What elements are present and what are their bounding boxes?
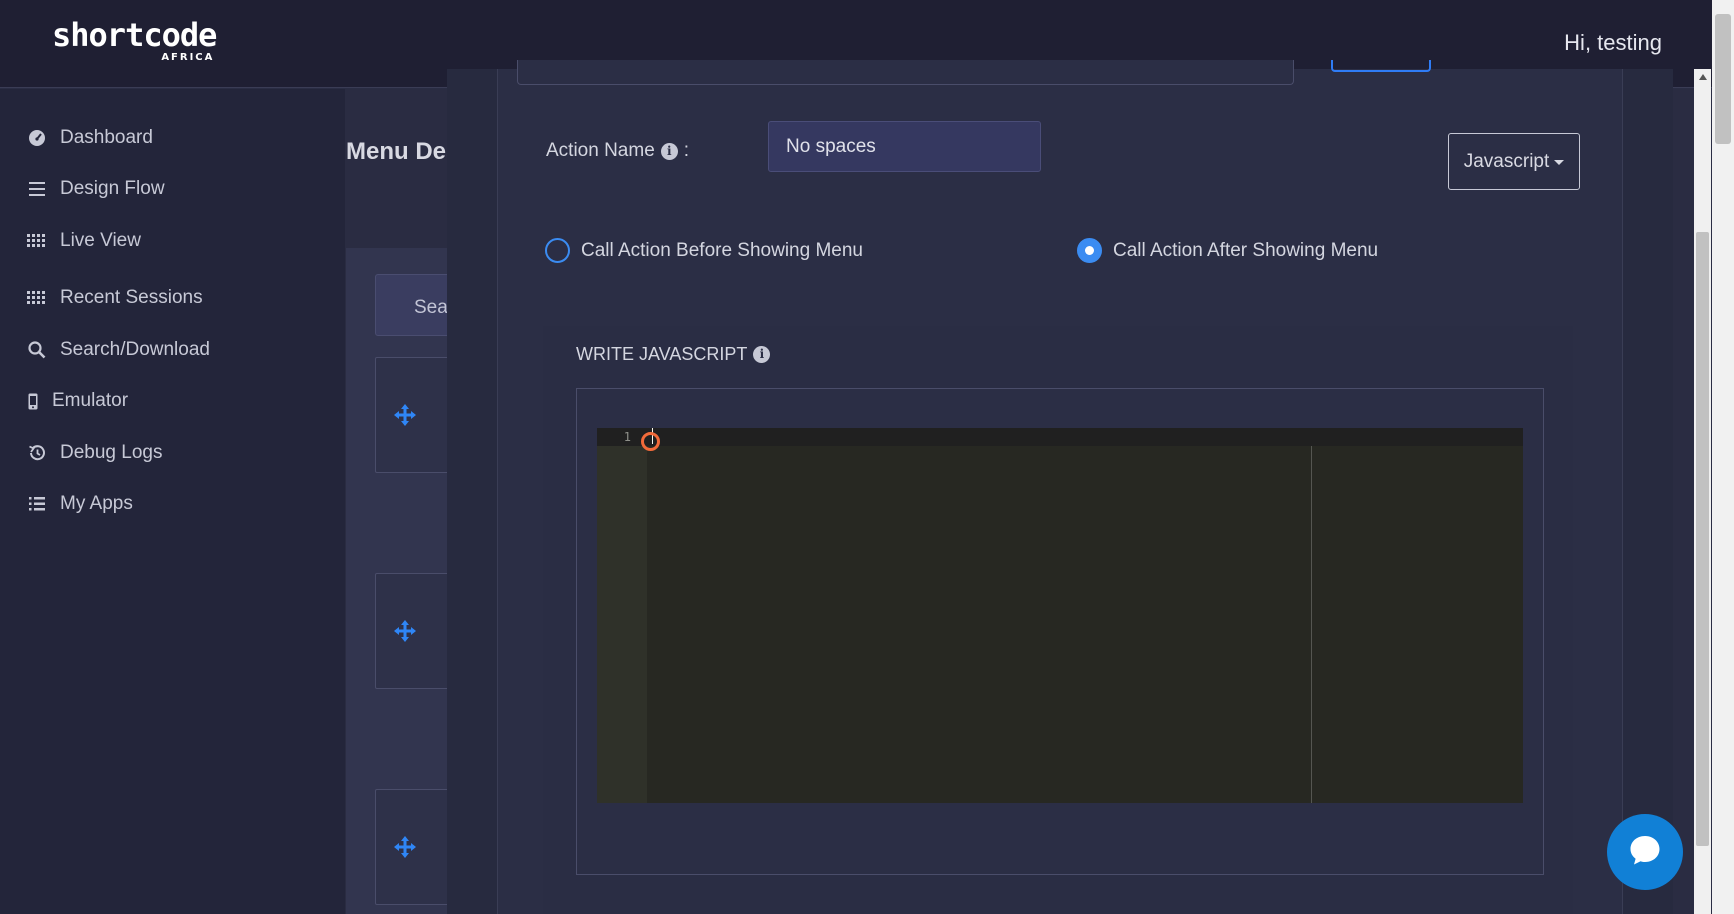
code-editor[interactable]: 1 bbox=[597, 428, 1523, 803]
chat-bubble-icon bbox=[1627, 832, 1663, 873]
line-number: 1 bbox=[623, 430, 631, 444]
js-title-text: WRITE JAVASCRIPT bbox=[576, 344, 748, 364]
sidebar-item-design-flow[interactable]: Design Flow bbox=[26, 174, 165, 204]
radio-call-after[interactable]: Call Action After Showing Menu bbox=[1077, 238, 1378, 263]
menu-card[interactable] bbox=[375, 789, 455, 905]
language-dropdown[interactable]: Javascript bbox=[1448, 133, 1580, 190]
language-label: Javascript bbox=[1463, 150, 1550, 172]
logo-text: shortcode bbox=[52, 16, 217, 54]
modal-scroll-thumb[interactable] bbox=[1696, 232, 1709, 846]
sidebar-item-debug-logs[interactable]: Debug Logs bbox=[26, 438, 162, 468]
info-icon[interactable]: i bbox=[660, 142, 678, 160]
action-name-colon: : bbox=[683, 140, 690, 161]
chat-widget-button[interactable] bbox=[1607, 814, 1683, 890]
bars-icon bbox=[26, 178, 48, 200]
cursor-highlight-icon bbox=[641, 432, 660, 451]
sidebar-item-my-apps[interactable]: My Apps bbox=[26, 489, 133, 519]
sidebar-item-label: Emulator bbox=[52, 390, 129, 411]
action-name-text: Action Name bbox=[546, 140, 655, 161]
scroll-up-icon[interactable] bbox=[1699, 74, 1707, 80]
sidebar-item-emulator[interactable]: Emulator bbox=[26, 386, 128, 416]
sidebar-item-label: Search/Download bbox=[60, 339, 210, 360]
grid-icon bbox=[26, 230, 48, 252]
page-title: Menu Des bbox=[346, 138, 460, 165]
sidebar-item-label: Recent Sessions bbox=[60, 287, 203, 308]
modal-top-field[interactable] bbox=[517, 60, 1294, 85]
sidebar-item-search-download[interactable]: Search/Download bbox=[26, 335, 210, 365]
info-icon[interactable]: i bbox=[753, 346, 771, 363]
sidebar-item-label: My Apps bbox=[60, 493, 133, 514]
grid-icon bbox=[26, 287, 48, 309]
sidebar-item-label: Debug Logs bbox=[60, 442, 163, 463]
action-name-label: Action Name i : bbox=[546, 140, 689, 162]
move-icon[interactable] bbox=[394, 836, 416, 863]
radio-checked[interactable] bbox=[1077, 238, 1102, 263]
search-input[interactable]: Sear bbox=[375, 274, 455, 336]
javascript-section-title: WRITE JAVASCRIPT i bbox=[576, 344, 776, 365]
modal-top-button[interactable] bbox=[1331, 60, 1431, 72]
sidebar-item-label: Dashboard bbox=[60, 127, 153, 148]
search-icon bbox=[26, 339, 48, 361]
radio-call-before[interactable]: Call Action Before Showing Menu bbox=[545, 238, 863, 263]
print-margin bbox=[1311, 446, 1312, 803]
active-line-highlight bbox=[597, 428, 1523, 446]
menu-card[interactable] bbox=[375, 573, 455, 689]
user-greeting[interactable]: Hi, testing bbox=[1564, 30, 1662, 56]
sidebar-item-dashboard[interactable]: Dashboard bbox=[26, 123, 153, 153]
logo-subtext: AFRICA bbox=[161, 52, 215, 63]
radio-label-after: Call Action After Showing Menu bbox=[1113, 239, 1379, 261]
move-icon[interactable] bbox=[394, 404, 416, 431]
sidebar-item-label: Live View bbox=[60, 230, 141, 251]
history-icon bbox=[26, 442, 48, 464]
action-name-input[interactable] bbox=[768, 121, 1041, 172]
app-logo[interactable]: shortcode AFRICA bbox=[52, 16, 217, 63]
caret-down-icon bbox=[1554, 160, 1565, 165]
sidebar-item-live-view[interactable]: Live View bbox=[26, 226, 141, 256]
mobile-icon bbox=[26, 390, 40, 412]
gauge-icon bbox=[26, 127, 48, 149]
sidebar-item-label: Design Flow bbox=[60, 178, 165, 199]
list-icon bbox=[26, 493, 48, 515]
move-icon[interactable] bbox=[394, 620, 416, 647]
sidebar-item-recent-sessions[interactable]: Recent Sessions bbox=[26, 283, 203, 313]
editor-gutter bbox=[597, 428, 647, 803]
radio-label-before: Call Action Before Showing Menu bbox=[581, 239, 863, 261]
radio-unchecked[interactable] bbox=[545, 238, 570, 263]
page-scroll-thumb[interactable] bbox=[1715, 14, 1731, 144]
menu-card[interactable] bbox=[375, 357, 455, 473]
